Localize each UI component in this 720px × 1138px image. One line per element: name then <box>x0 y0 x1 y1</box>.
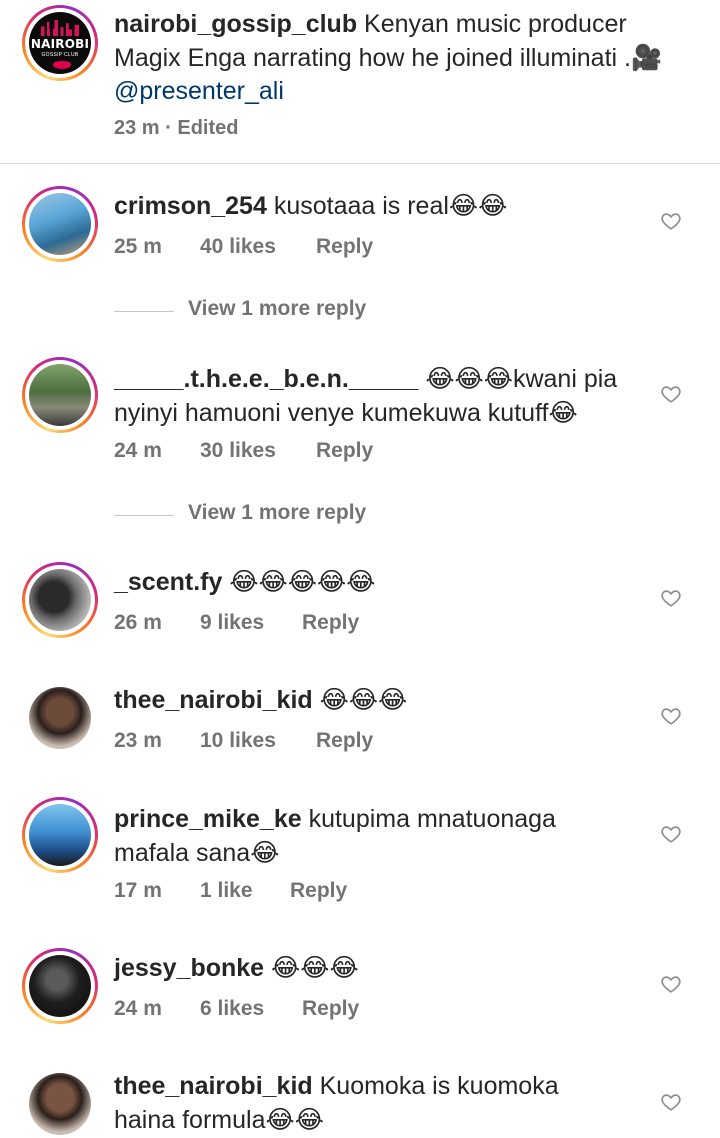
comment-body <box>222 568 229 596</box>
comment-text: _scent.fy 😂😂😂😂😂 <box>114 565 634 599</box>
avatar <box>29 804 91 866</box>
laughing-emoji: 😂 <box>548 398 578 427</box>
like-count[interactable]: 6 likes <box>200 997 264 1021</box>
avatar <box>29 955 91 1017</box>
reply-button[interactable]: Reply <box>290 879 347 903</box>
reply-button[interactable]: Reply <box>316 235 373 259</box>
avatar-ring[interactable] <box>22 562 98 638</box>
laughing-emoji: 😂😂 <box>448 191 508 220</box>
comment-time: 26 m <box>114 611 162 634</box>
avatar <box>29 569 91 631</box>
comment-text: crimson_254 kusotaaa is real😂😂 <box>114 189 634 223</box>
logo-subtitle: GOSSIP CLUB <box>41 52 79 58</box>
divider-line <box>114 311 174 312</box>
comment-text: prince_mike_ke kutupima mnatuonaga mafal… <box>114 802 614 870</box>
comment-time: 25 m <box>114 235 162 258</box>
heart-outline-icon[interactable] <box>660 210 682 232</box>
avatar-ring[interactable] <box>22 186 98 262</box>
comment-username[interactable]: jessy_bonke <box>114 954 264 982</box>
reply-button[interactable]: Reply <box>316 439 373 463</box>
comment-time: 24 m <box>114 439 162 462</box>
comment-body <box>418 365 425 393</box>
comment-meta: 26 m 9 likes Reply <box>114 611 414 637</box>
comment-username[interactable]: _____.t.h.e.e._b.e.n._____ <box>114 365 418 393</box>
lips-logo-graphic <box>53 61 71 69</box>
reply-button[interactable]: Reply <box>316 729 373 753</box>
avatar <box>29 193 91 255</box>
laughing-emoji: 😂😂 <box>265 1105 324 1134</box>
comment-time: 23 m <box>114 729 162 752</box>
comment-text: thee_nairobi_kid 😂😂😂 <box>114 683 634 717</box>
post-username[interactable]: nairobi_gossip_club <box>114 10 357 38</box>
comment-username[interactable]: prince_mike_ke <box>114 805 302 833</box>
caption-text: nairobi_gossip_club Kenyan music produce… <box>114 8 694 108</box>
heart-outline-icon[interactable] <box>660 587 682 609</box>
comment-text: _____.t.h.e.e._b.e.n._____ 😂😂😂kwani pia … <box>114 362 634 430</box>
heart-outline-icon[interactable] <box>660 705 682 727</box>
logo-title: NAIROBI <box>30 37 90 51</box>
comment-meta: 25 m 40 likes Reply <box>114 235 414 261</box>
avatar-ring[interactable] <box>22 357 98 433</box>
comment-meta: 17 m 1 like Reply <box>114 879 414 905</box>
laughing-emoji: 😂 <box>250 838 280 867</box>
skyline-logo-graphic <box>41 20 83 36</box>
comment-username[interactable]: thee_nairobi_kid <box>114 1072 313 1100</box>
heart-outline-icon[interactable] <box>660 1091 682 1113</box>
edited-label: Edited <box>177 117 239 139</box>
laughing-emoji: 😂😂😂😂😂 <box>229 567 376 596</box>
comment-meta: 24 m 6 likes Reply <box>114 997 414 1023</box>
comment-meta: 24 m 30 likes Reply <box>114 439 414 465</box>
avatar[interactable] <box>29 1073 91 1135</box>
heart-outline-icon[interactable] <box>660 823 682 845</box>
heart-outline-icon[interactable] <box>660 973 682 995</box>
post-caption: NAIROBI GOSSIP CLUB nairobi_gossip_club … <box>0 0 720 164</box>
comment-text: jessy_bonke 😂😂😂 <box>114 951 634 985</box>
view-more-replies[interactable]: View 1 more reply <box>114 296 514 326</box>
laughing-emoji: 😂😂😂 <box>425 364 513 393</box>
caption-meta: 23 m · Edited <box>114 117 239 140</box>
comment-body: kusotaaa is real <box>266 192 449 220</box>
avatar[interactable] <box>29 687 91 749</box>
caption-time: 23 m <box>114 117 160 139</box>
comment-time: 24 m <box>114 997 162 1020</box>
post-avatar: NAIROBI GOSSIP CLUB <box>29 12 91 74</box>
like-count[interactable]: 40 likes <box>200 235 276 259</box>
comment-meta: 23 m 10 likes Reply <box>114 729 414 755</box>
avatar-ring[interactable] <box>22 948 98 1024</box>
laughing-emoji: 😂😂😂 <box>319 685 408 714</box>
comment-time: 17 m <box>114 879 162 902</box>
view-more-replies[interactable]: View 1 more reply <box>114 500 514 530</box>
like-count[interactable]: 10 likes <box>200 729 276 753</box>
camera-emoji: 🎥 <box>630 43 663 72</box>
like-count[interactable]: 30 likes <box>200 439 276 463</box>
heart-outline-icon[interactable] <box>660 383 682 405</box>
reply-button[interactable]: Reply <box>302 997 359 1021</box>
comment-username[interactable]: crimson_254 <box>114 192 267 220</box>
post-avatar-ring[interactable]: NAIROBI GOSSIP CLUB <box>22 5 98 81</box>
comment-username[interactable]: thee_nairobi_kid <box>114 686 313 714</box>
view-more-label: View 1 more reply <box>188 501 367 524</box>
avatar-ring[interactable] <box>22 797 98 873</box>
like-count[interactable]: 1 like <box>200 879 253 903</box>
like-count[interactable]: 9 likes <box>200 611 264 635</box>
reply-button[interactable]: Reply <box>302 611 359 635</box>
meta-separator: · <box>159 117 178 139</box>
view-more-label: View 1 more reply <box>188 297 367 320</box>
comment-text: thee_nairobi_kid Kuomoka is kuomoka hain… <box>114 1069 614 1137</box>
avatar <box>29 364 91 426</box>
divider-line <box>114 515 174 516</box>
comment-username[interactable]: _scent.fy <box>114 568 222 596</box>
laughing-emoji: 😂😂😂 <box>271 953 359 982</box>
comment-body <box>264 954 271 982</box>
comment-body <box>313 686 320 714</box>
mention-link[interactable]: @presenter_ali <box>114 77 284 105</box>
